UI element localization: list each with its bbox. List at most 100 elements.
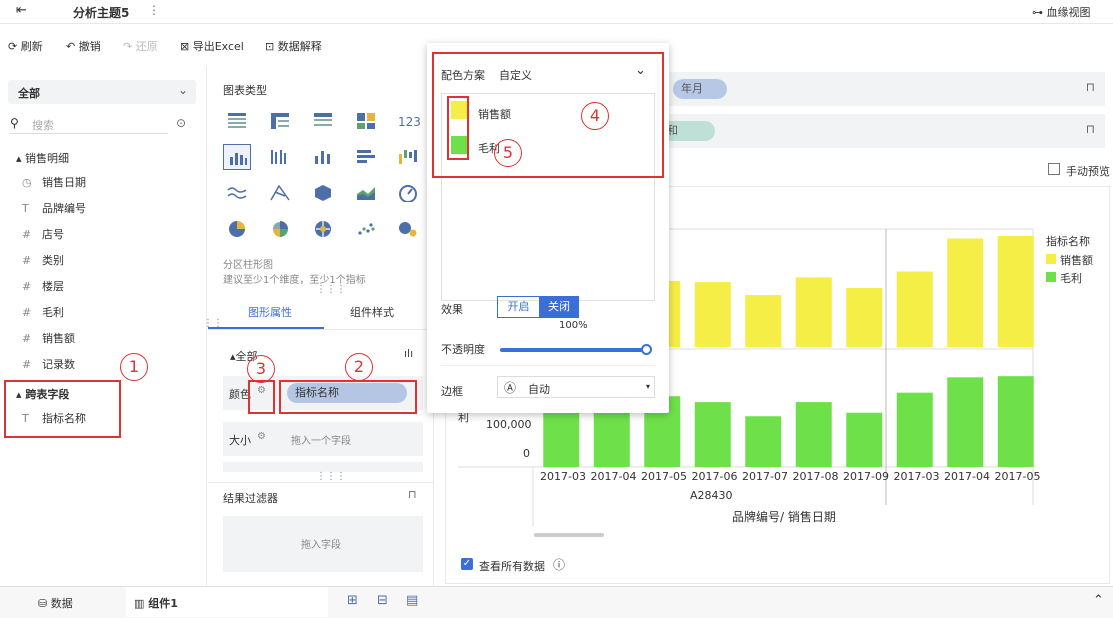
lineage-view-button[interactable]: ⊶ 血缘视图 [1032, 4, 1091, 20]
widget-tab[interactable]: ▥ 组件1 [126, 587, 328, 617]
x-tick-label: 2017-06 [692, 470, 738, 483]
data-tab[interactable]: ⛁ 数据 [38, 595, 73, 611]
bar-sales[interactable] [896, 271, 933, 347]
add-widget-icon[interactable]: ⊞ [347, 593, 358, 608]
effect-on-button[interactable]: 开启 [498, 297, 539, 317]
x-tick-label: 2017-09 [843, 470, 889, 483]
partition-bar-chart-option[interactable] [223, 144, 251, 170]
manual-preview-checkbox[interactable] [1048, 163, 1060, 175]
panel-resize-handle[interactable]: ⋮⋮ [203, 318, 223, 329]
x-tick-label: 2017-08 [793, 470, 839, 483]
group-sales-detail[interactable]: ▴ 销售明细 [16, 150, 69, 166]
field-item[interactable]: # 店号 [22, 226, 64, 242]
size-drop-zone[interactable]: 拖入一个字段 [291, 432, 351, 447]
info-icon[interactable]: ⓘ [553, 556, 565, 573]
highlight-box-5 [447, 96, 469, 160]
map-chart-icon[interactable] [313, 220, 333, 238]
bar-sales[interactable] [846, 288, 883, 347]
view-all-checkbox[interactable]: ✓ [461, 558, 473, 570]
bubble-icon[interactable] [398, 220, 418, 238]
field-item[interactable]: # 类别 [22, 252, 64, 268]
y-tick-0: 0 [523, 447, 530, 460]
effect-off-button[interactable]: 关闭 [539, 297, 579, 317]
field-item[interactable]: T 品牌编号 [22, 200, 86, 216]
stacked-bar-icon[interactable] [313, 148, 333, 166]
bar-profit[interactable] [947, 377, 984, 467]
lock-icon[interactable]: ⊓ [1086, 80, 1095, 94]
table-icon[interactable] [227, 112, 247, 130]
bar-profit[interactable] [997, 376, 1034, 467]
caret-icon: ▾ [645, 382, 650, 391]
field-item[interactable]: # 毛利 [22, 304, 64, 320]
x-axis-title: 品牌编号/ 销售日期 [732, 509, 836, 524]
year-month-chip[interactable]: 年月 [673, 79, 727, 99]
bar-sales[interactable] [947, 238, 984, 347]
scope-select[interactable]: 全部 ⌄ [8, 80, 196, 104]
opacity-slider[interactable] [500, 348, 648, 352]
detail-table-icon[interactable] [313, 112, 333, 130]
opacity-slider-handle[interactable] [641, 344, 652, 355]
size-row: 大小 ⚙ 拖入一个字段 [223, 422, 423, 456]
cross-table-icon[interactable] [270, 112, 290, 130]
undo-button[interactable]: ↶ 撤销 [66, 38, 101, 54]
field-item[interactable]: # 销售额 [22, 330, 75, 346]
collapse-up-icon[interactable]: ⌃ [1093, 593, 1104, 608]
bar-sales[interactable] [745, 295, 782, 347]
filter-drop-zone[interactable]: 拖入字段 [223, 516, 423, 572]
auto-icon: Ⓐ [504, 381, 517, 395]
more-icon[interactable]: ⋮ [148, 3, 160, 17]
svg-text:123: 123 [398, 115, 420, 129]
manual-preview-label: 手动预览 [1066, 165, 1110, 178]
pie-chart-icon[interactable] [227, 220, 247, 238]
radar-line-icon[interactable] [270, 184, 290, 202]
horizontal-bar-icon[interactable] [356, 148, 376, 166]
bar-profit[interactable] [896, 392, 933, 467]
horizontal-scrollbar[interactable] [534, 533, 604, 537]
filter-lock-icon[interactable]: ⊓ [408, 488, 417, 501]
scatter-icon[interactable] [356, 220, 376, 238]
exit-icon[interactable]: ⇤ [16, 3, 27, 18]
y-tick-100k: 100,000 [486, 418, 532, 431]
area-chart-icon[interactable] [356, 184, 376, 202]
grouped-bar-icon[interactable] [270, 148, 290, 166]
data-explain-button[interactable]: ⊡ 数据解释 [265, 38, 322, 54]
waterfall-icon[interactable] [398, 148, 418, 166]
bar-profit[interactable] [745, 416, 782, 467]
field-search[interactable]: ⚲ 搜索 [10, 114, 168, 134]
border-label: 边框 [441, 385, 463, 398]
tab-graph-props[interactable]: 图形属性 [248, 304, 292, 320]
view-all-label: 查看所有数据 [479, 560, 545, 573]
bar-sales[interactable] [795, 277, 832, 347]
kpi-number-icon[interactable]: 123 [398, 112, 420, 130]
annotation-2: 2 [345, 353, 373, 381]
drag-handle-icon-2[interactable]: ⋮⋮⋮ [316, 471, 346, 482]
polygon-chart-icon[interactable] [313, 184, 333, 202]
chart-settings-icon[interactable]: ılı [404, 347, 413, 360]
refresh-button[interactable]: ⟳ 刷新 [8, 38, 43, 54]
effect-label: 效果 [441, 303, 463, 316]
annotation-3: 3 [247, 355, 275, 383]
more-options-icon[interactable]: ⊙ [176, 116, 186, 130]
bar-sales[interactable] [694, 282, 731, 347]
gauge-icon[interactable] [398, 184, 418, 202]
bar-profit[interactable] [694, 402, 731, 467]
field-item[interactable]: ◷ 销售日期 [22, 174, 86, 190]
redo-button[interactable]: ↷ 还原 [123, 38, 158, 54]
legend-swatch-sales [1046, 254, 1056, 264]
field-item[interactable]: # 记录数 [22, 356, 75, 372]
block-chart-icon[interactable] [356, 112, 376, 130]
add-table-icon[interactable]: ⊟ [377, 593, 388, 608]
size-settings-icon[interactable]: ⚙ [257, 431, 266, 442]
chevron-down-icon: ⌄ [177, 83, 188, 97]
bar-profit[interactable] [846, 412, 883, 467]
lock-icon-2[interactable]: ⊓ [1086, 122, 1095, 136]
rose-chart-icon[interactable] [270, 220, 290, 238]
tab-component-style[interactable]: 组件样式 [350, 304, 394, 320]
export-excel-button[interactable]: ⊠ 导出Excel [180, 38, 244, 54]
line-chart-icon[interactable] [227, 184, 247, 202]
border-select[interactable]: Ⓐ 自动 ▾ [497, 376, 655, 398]
field-item[interactable]: # 楼层 [22, 278, 64, 294]
bar-sales[interactable] [997, 236, 1034, 347]
bar-profit[interactable] [795, 402, 832, 467]
add-report-icon[interactable]: ▤ [406, 593, 418, 608]
